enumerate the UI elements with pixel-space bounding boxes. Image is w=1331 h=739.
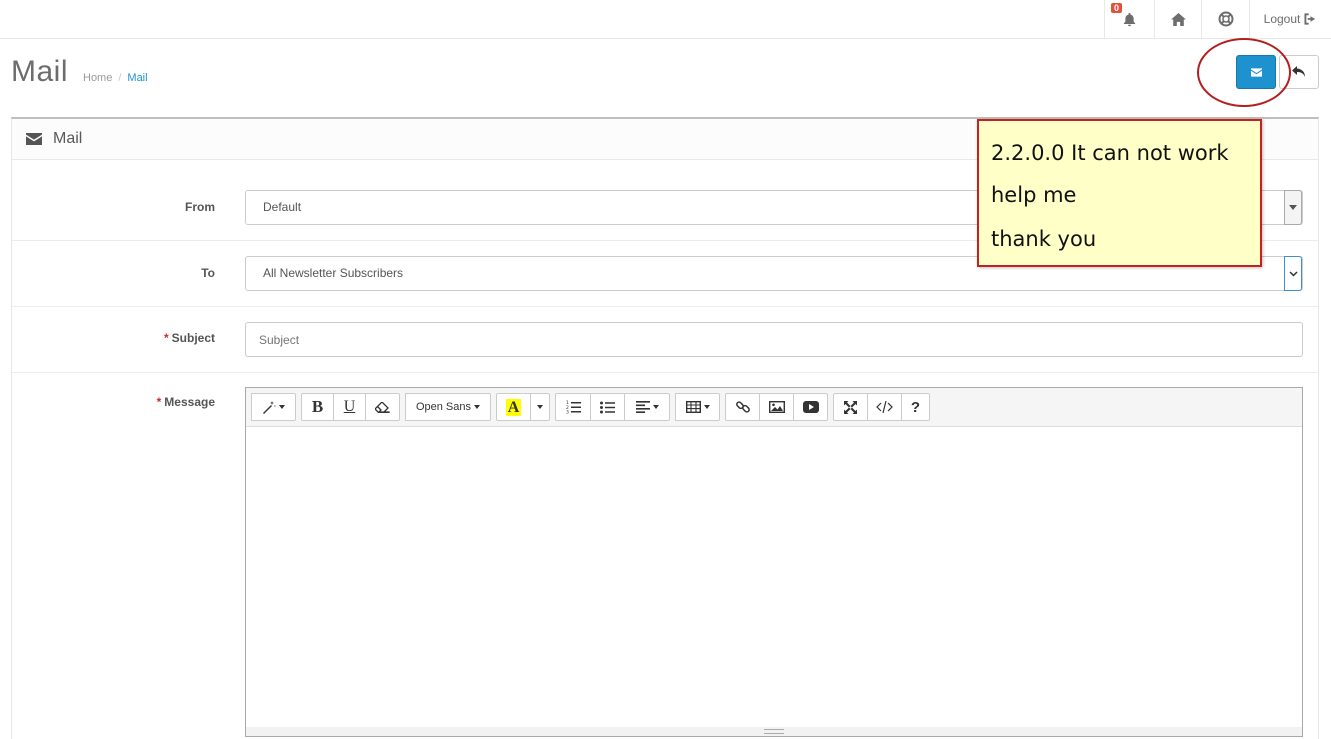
envelope-icon <box>26 133 42 145</box>
chevron-down-icon <box>1284 256 1302 291</box>
home-icon <box>1170 12 1186 26</box>
align-icon <box>635 401 650 413</box>
to-value: All Newsletter Subscribers <box>263 266 404 280</box>
help-editor-button[interactable]: ? <box>901 393 930 421</box>
to-label: To <box>201 266 215 280</box>
message-textarea[interactable] <box>246 427 1302 727</box>
from-label: From <box>185 200 215 214</box>
code-view-button[interactable] <box>867 393 902 421</box>
fullscreen-icon <box>844 400 857 414</box>
link-button[interactable] <box>725 393 760 421</box>
subject-label: * Subject <box>163 331 215 345</box>
message-row: * Message B U Open Sans A 1 2 3 ? <box>12 373 1318 739</box>
editor-resize-handle[interactable] <box>246 727 1302 736</box>
from-value: Default <box>263 200 302 214</box>
magic-icon <box>263 400 276 414</box>
underline-button[interactable]: U <box>333 393 366 421</box>
font-color-button[interactable]: A <box>496 393 531 421</box>
clear-format-button[interactable] <box>365 393 400 421</box>
annotation-circle <box>1197 38 1291 107</box>
panel-title: Mail <box>53 130 83 147</box>
breadcrumb-mail[interactable]: Mail <box>127 72 147 84</box>
note-line: thank you <box>991 227 1097 251</box>
code-icon <box>876 401 893 413</box>
help-button[interactable] <box>1201 0 1249 38</box>
ordered-list-button[interactable]: 123 <box>555 393 591 421</box>
annotation-note: 2.2.0.0 It can not work help me thank yo… <box>977 119 1262 267</box>
required-marker: * <box>163 331 169 345</box>
home-button[interactable] <box>1154 0 1201 38</box>
bell-icon <box>1123 12 1136 26</box>
breadcrumb: Home / Mail <box>83 72 148 84</box>
fullscreen-button[interactable] <box>833 393 868 421</box>
chevron-down-icon <box>1284 190 1302 225</box>
breadcrumb-separator: / <box>118 72 122 84</box>
message-label: * Message <box>156 395 215 409</box>
bold-button[interactable]: B <box>301 393 334 421</box>
subject-row: * Subject <box>12 307 1318 373</box>
eraser-icon <box>375 401 390 413</box>
note-line: 2.2.0.0 It can not work <box>991 141 1229 165</box>
top-header: 0 Logout <box>0 0 1331 39</box>
link-icon <box>735 401 750 413</box>
table-button[interactable] <box>675 393 720 421</box>
video-button[interactable] <box>793 393 828 421</box>
style-button[interactable] <box>251 393 296 421</box>
font-color-dropdown[interactable] <box>530 393 550 421</box>
top-nav: 0 Logout <box>1104 0 1331 38</box>
reply-icon <box>1292 66 1305 77</box>
life-ring-icon <box>1218 11 1233 27</box>
video-icon <box>802 401 819 413</box>
paragraph-align-button[interactable] <box>624 393 670 421</box>
subject-input[interactable] <box>245 322 1303 357</box>
sign-out-icon <box>1304 13 1316 25</box>
logout-label: Logout <box>1263 12 1301 26</box>
note-line: help me <box>991 183 1077 207</box>
svg-text:3: 3 <box>566 410 569 415</box>
required-marker: * <box>156 395 162 409</box>
unordered-list-icon <box>600 401 615 413</box>
notification-count-badge: 0 <box>1111 3 1123 13</box>
editor-toolbar: B U Open Sans A 123 ? <box>246 388 1302 427</box>
page-title: Mail <box>11 55 69 88</box>
breadcrumb-home[interactable]: Home <box>83 72 112 84</box>
notifications-button[interactable]: 0 <box>1104 0 1154 38</box>
unordered-list-button[interactable] <box>590 393 625 421</box>
picture-icon <box>768 401 785 413</box>
table-icon <box>685 401 701 413</box>
logout-button[interactable]: Logout <box>1249 0 1331 38</box>
ordered-list-icon: 123 <box>566 400 581 414</box>
picture-button[interactable] <box>759 393 794 421</box>
font-family-button[interactable]: Open Sans <box>405 393 491 421</box>
rich-text-editor: B U Open Sans A 123 ? <box>245 387 1303 737</box>
